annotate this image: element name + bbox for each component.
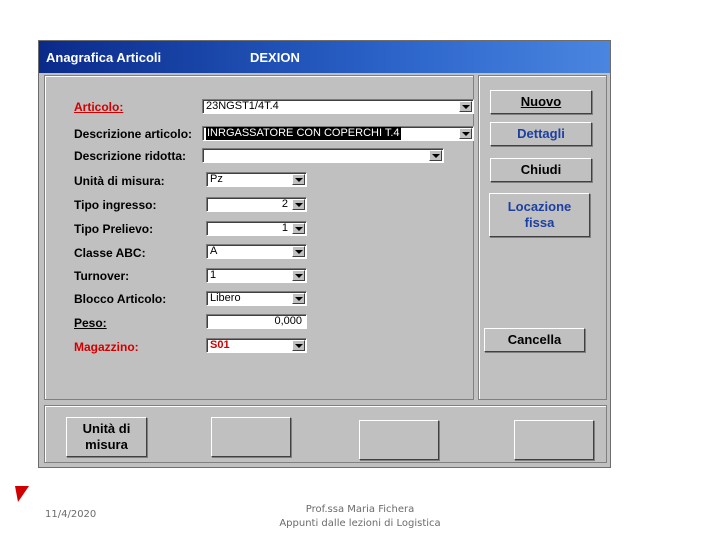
- classe-abc-select[interactable]: A: [206, 244, 307, 259]
- chevron-down-icon[interactable]: [429, 150, 442, 161]
- nuovo-button[interactable]: Nuovo: [490, 90, 592, 114]
- empty-button-3[interactable]: [514, 420, 594, 460]
- locazione-fissa-line2: fissa: [524, 215, 555, 230]
- cancella-button[interactable]: Cancella: [484, 328, 585, 352]
- tipo-prelievo-select[interactable]: 1: [206, 221, 307, 236]
- blocco-articolo-label: Blocco Articolo:: [74, 292, 167, 306]
- locazione-fissa-button[interactable]: Locazione fissa: [489, 193, 590, 237]
- dettagli-button[interactable]: Dettagli: [490, 122, 592, 146]
- unita-misura-label: Unità di misura:: [74, 174, 165, 188]
- descrizione-label: Descrizione articolo:: [74, 127, 193, 141]
- form-panel: Articolo: 23NGST1/4T.4 Descrizione artic…: [44, 75, 474, 400]
- window-title: Anagrafica Articoli: [46, 50, 162, 65]
- magazzino-label: Magazzino:: [74, 340, 139, 354]
- descrizione-select[interactable]: INRGASSATORE CON COPERCHI T.4: [202, 126, 474, 141]
- footer-author-name: Prof.ssa Maria Fichera: [305, 504, 415, 515]
- tipo-prelievo-label: Tipo Prelievo:: [74, 222, 154, 236]
- unita-di-misura-line1: Unità di: [82, 421, 131, 436]
- locazione-fissa-line1: Locazione: [507, 199, 572, 214]
- descrizione-ridotta-select[interactable]: [202, 148, 444, 163]
- tipo-prelievo-value: 1: [281, 222, 288, 234]
- chevron-down-icon[interactable]: [459, 128, 472, 139]
- peso-label: Peso:: [74, 316, 107, 330]
- blocco-articolo-value: Libero: [210, 292, 241, 304]
- chevron-down-icon[interactable]: [292, 340, 305, 351]
- articolo-label: Articolo:: [74, 100, 124, 114]
- unita-di-misura-line2: misura: [85, 437, 128, 452]
- magazzino-value: S01: [210, 339, 230, 351]
- classe-abc-label: Classe ABC:: [74, 246, 146, 260]
- unita-misura-select[interactable]: Pz: [206, 172, 307, 187]
- descrizione-value: INRGASSATORE CON COPERCHI T.4: [206, 127, 401, 140]
- bottom-panel: Unità di misura: [44, 405, 607, 463]
- corner-marker-icon: [15, 486, 29, 502]
- peso-value: 0,000: [274, 315, 302, 327]
- articolo-select[interactable]: 23NGST1/4T.4: [202, 99, 474, 114]
- tipo-ingresso-select[interactable]: 2: [206, 197, 307, 212]
- turnover-label: Turnover:: [74, 269, 130, 283]
- action-panel: Nuovo Dettagli Chiudi Locazione fissa Ca…: [478, 75, 607, 400]
- articolo-value: 23NGST1/4T.4: [206, 100, 279, 112]
- tipo-ingresso-value: 2: [281, 198, 288, 210]
- descrizione-ridotta-label: Descrizione ridotta:: [74, 149, 187, 163]
- footer-course: Appunti dalle lezioni di Logistica: [279, 518, 441, 529]
- unita-misura-value: Pz: [210, 173, 223, 185]
- magazzino-select[interactable]: S01: [206, 338, 307, 353]
- footer-date: 11/4/2020: [45, 509, 97, 520]
- chevron-down-icon[interactable]: [292, 223, 305, 234]
- tipo-ingresso-label: Tipo ingresso:: [74, 198, 157, 212]
- footer-author: Prof.ssa Maria Fichera Appunti dalle lez…: [270, 503, 450, 531]
- title-bar[interactable]: Anagrafica Articoli DEXION: [39, 41, 610, 73]
- unita-di-misura-button[interactable]: Unità di misura: [66, 417, 147, 457]
- chevron-down-icon[interactable]: [292, 293, 305, 304]
- classe-abc-value: A: [210, 245, 218, 257]
- turnover-select[interactable]: 1: [206, 268, 307, 283]
- chevron-down-icon[interactable]: [292, 199, 305, 210]
- empty-button-2[interactable]: [359, 420, 439, 460]
- chevron-down-icon[interactable]: [292, 246, 305, 257]
- empty-button-1[interactable]: [211, 417, 291, 457]
- turnover-value: 1: [210, 269, 217, 281]
- chevron-down-icon[interactable]: [459, 101, 472, 112]
- window-subtitle: DEXION: [250, 50, 300, 65]
- blocco-articolo-select[interactable]: Libero: [206, 291, 307, 306]
- peso-input[interactable]: 0,000: [206, 314, 307, 329]
- chiudi-button[interactable]: Chiudi: [490, 158, 592, 182]
- chevron-down-icon[interactable]: [292, 174, 305, 185]
- chevron-down-icon[interactable]: [292, 270, 305, 281]
- dialog-window: Anagrafica Articoli DEXION Articolo: 23N…: [38, 40, 611, 468]
